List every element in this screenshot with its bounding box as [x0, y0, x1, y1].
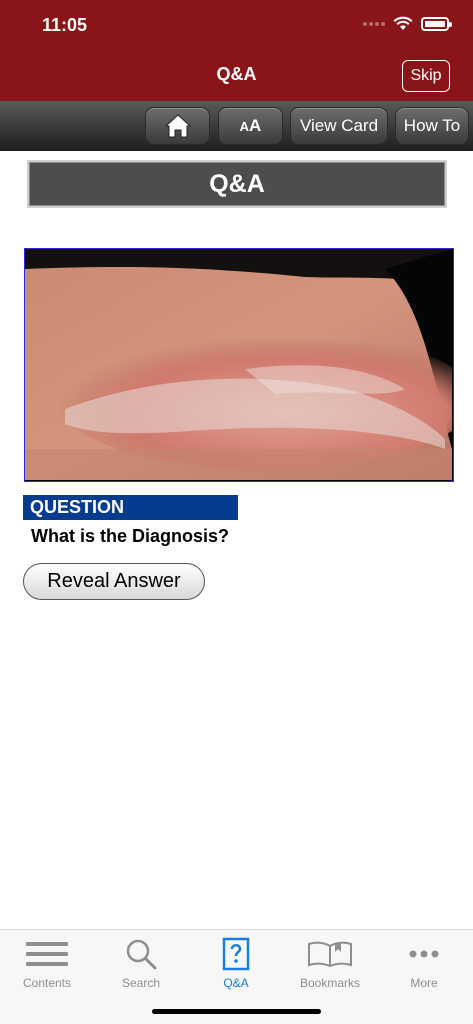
font-size-button[interactable]: AA: [218, 107, 283, 145]
tab-contents[interactable]: Contents: [7, 936, 87, 990]
more-dots-icon: [409, 950, 439, 958]
question-card-icon: [222, 937, 250, 971]
tab-contents-label: Contents: [22, 976, 72, 990]
tab-bookmarks[interactable]: Bookmarks: [290, 936, 370, 990]
tab-search[interactable]: Search: [101, 936, 181, 990]
list-icon: [26, 942, 68, 966]
signal-icon: [363, 21, 385, 26]
question-label: QUESTION: [23, 495, 238, 520]
how-to-button[interactable]: How To: [395, 107, 469, 145]
font-size-small-a: A: [239, 118, 250, 134]
book-icon: [308, 941, 352, 967]
tab-bookmarks-label: Bookmarks: [299, 976, 361, 990]
home-button[interactable]: [145, 107, 210, 145]
home-indicator: [152, 1009, 321, 1014]
section-header: Q&A: [27, 160, 447, 208]
tab-more[interactable]: More: [384, 936, 464, 990]
question-text: What is the Diagnosis?: [31, 526, 230, 546]
font-size-large-a: A: [249, 116, 262, 135]
tab-qa-label: Q&A: [223, 976, 249, 990]
wifi-icon: [393, 16, 413, 30]
tab-qa[interactable]: Q&A: [196, 936, 276, 990]
reveal-answer-button[interactable]: Reveal Answer: [23, 563, 205, 600]
skip-button[interactable]: Skip: [402, 60, 450, 92]
view-card-button[interactable]: View Card: [290, 107, 388, 145]
tab-search-label: Search: [121, 976, 161, 990]
toolbar: AA View Card How To: [0, 101, 473, 151]
status-icons: [363, 16, 452, 31]
battery-icon: [421, 16, 452, 31]
home-icon: [164, 114, 191, 138]
search-icon: [126, 939, 157, 970]
clinical-photo[interactable]: [24, 248, 454, 482]
status-time: 11:05: [42, 15, 88, 35]
navigation-bar: 11:05 Q&A Skip: [0, 0, 473, 101]
tab-more-label: More: [410, 976, 438, 990]
